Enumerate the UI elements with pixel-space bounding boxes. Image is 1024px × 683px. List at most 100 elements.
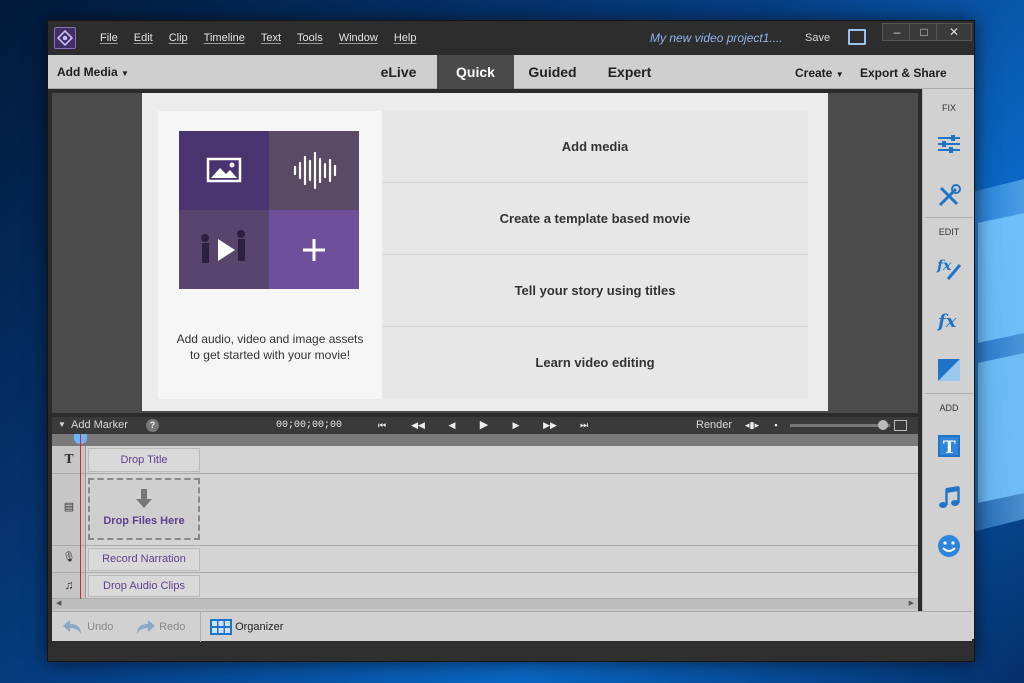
section-fix: FIX (941, 103, 956, 113)
next-edit-icon[interactable]: ▶▶ (542, 418, 558, 432)
menu-timeline[interactable]: Timeline (196, 32, 253, 44)
redo-label: Redo (159, 621, 186, 633)
organizer-label: Organizer (235, 621, 284, 633)
export-share-button[interactable]: Export & Share (860, 66, 947, 80)
drop-title-zone[interactable]: Drop Title (88, 448, 200, 472)
tools-icon[interactable] (936, 183, 962, 209)
image-icon (206, 157, 242, 183)
go-to-end-icon[interactable]: ⏭ (576, 418, 592, 432)
tab-guided[interactable]: Guided (514, 55, 591, 89)
fit-timeline-icon[interactable]: ◂▮▸ (744, 418, 760, 432)
menu-clip[interactable]: Clip (161, 32, 196, 44)
close-button[interactable]: ✕ (936, 23, 972, 41)
narration-track: 🎙 Record Narration (52, 546, 918, 573)
undo-label: Undo (87, 621, 114, 633)
fx-icon[interactable]: fx (936, 307, 962, 333)
adjustments-icon[interactable] (936, 131, 962, 157)
zoom-slider[interactable] (790, 420, 890, 430)
pointer-arrow (372, 137, 382, 155)
step-back-icon[interactable]: ◀ (444, 418, 460, 432)
plus-icon (303, 239, 325, 261)
option-template-movie[interactable]: Create a template based movie (382, 183, 808, 255)
add-media-menu[interactable]: Add Media ▼ (57, 65, 129, 79)
svg-text:fx: fx (936, 311, 957, 332)
record-narration-zone[interactable]: Record Narration (88, 548, 200, 571)
app-logo-icon[interactable] (54, 27, 76, 49)
mode-bar: Add Media ▼ eLive Quick Guided Expert Cr… (48, 55, 974, 89)
title-icon[interactable]: T (936, 433, 962, 459)
image-tile (179, 131, 269, 210)
drop-files-label: Drop Files Here (103, 515, 185, 527)
graphics-icon[interactable] (936, 533, 962, 559)
monitor-panel: Add audio, video and image assets to get… (52, 93, 918, 413)
drop-files-zone[interactable]: Drop Files Here (88, 478, 200, 540)
welcome-media-panel: Add audio, video and image assets to get… (158, 111, 382, 399)
zoom-slider-handle[interactable] (878, 420, 888, 430)
undo-button[interactable]: Undo (62, 612, 113, 642)
redo-icon (137, 620, 155, 635)
redo-button[interactable]: Redo (134, 612, 185, 642)
scroll-left-icon[interactable]: ◀ (56, 599, 61, 607)
divider (925, 393, 973, 394)
svg-text:T: T (943, 438, 956, 458)
scroll-right-icon[interactable]: ▶ (909, 599, 914, 607)
chevron-down-icon[interactable]: ▼ (58, 420, 66, 429)
zoom-out-icon[interactable]: ▪ (768, 418, 784, 432)
divider (200, 612, 201, 642)
undo-icon (63, 620, 81, 635)
playhead-line (80, 434, 81, 600)
welcome-caption: Add audio, video and image assets to get… (158, 331, 382, 363)
time-ruler[interactable] (52, 434, 918, 446)
go-to-start-icon[interactable]: ⏮ (374, 418, 390, 432)
create-label: Create (795, 66, 833, 80)
windows-logo-pane (978, 353, 1024, 503)
section-add: ADD (939, 403, 959, 413)
save-button[interactable]: Save (805, 32, 830, 44)
menu-tools[interactable]: Tools (289, 32, 331, 44)
render-button[interactable]: Render (696, 419, 732, 431)
play-icon[interactable]: ▶ (476, 418, 492, 432)
menu-window[interactable]: Window (331, 32, 386, 44)
step-forward-icon[interactable]: ▶ (508, 418, 524, 432)
media-tiles[interactable] (179, 131, 359, 289)
timeline-toolbar: ▼ Add Marker ? 00;00;00;00 ⏮ ◀◀ ◀ ▶ ▶ ▶▶… (52, 417, 918, 434)
svg-text:fx: fx (936, 258, 952, 274)
tab-elive[interactable]: eLive (360, 55, 437, 89)
help-icon[interactable]: ? (146, 419, 159, 432)
video-track: ▤ Drop Files Here (52, 474, 918, 546)
divider (925, 217, 973, 218)
tab-quick[interactable]: Quick (437, 55, 514, 89)
previous-edit-icon[interactable]: ◀◀ (410, 418, 426, 432)
organizer-icon (210, 619, 232, 636)
audio-tile (269, 131, 359, 210)
zoom-in-icon[interactable] (894, 420, 907, 431)
fx-edit-icon[interactable]: fx (936, 255, 962, 281)
fullscreen-icon[interactable] (848, 29, 866, 45)
status-bar (48, 643, 974, 661)
transition-icon[interactable] (936, 357, 962, 383)
timeline-scrollbar[interactable]: ◀ ▶ (52, 599, 918, 609)
timeline-panel: ▼ Add Marker ? 00;00;00;00 ⏮ ◀◀ ◀ ▶ ▶ ▶▶… (52, 417, 918, 611)
minimize-button[interactable]: – (882, 23, 912, 41)
add-marker-button[interactable]: Add Marker (71, 419, 128, 431)
create-menu[interactable]: Create ▼ (795, 66, 844, 80)
maximize-button[interactable]: □ (909, 23, 939, 41)
music-icon[interactable] (936, 485, 962, 511)
timecode-display: 00;00;00;00 (276, 420, 343, 431)
option-learn-editing[interactable]: Learn video editing (382, 327, 808, 399)
menu-file[interactable]: File (92, 32, 126, 44)
tab-expert[interactable]: Expert (591, 55, 668, 89)
caption-line: Add audio, video and image assets (176, 332, 364, 346)
option-add-media[interactable]: Add media (382, 111, 808, 183)
menu-text[interactable]: Text (253, 32, 289, 44)
option-titles[interactable]: Tell your story using titles (382, 255, 808, 327)
menu-help[interactable]: Help (386, 32, 425, 44)
organizer-button[interactable]: Organizer (210, 612, 283, 642)
menu-edit[interactable]: Edit (126, 32, 161, 44)
drop-audio-zone[interactable]: Drop Audio Clips (88, 575, 200, 597)
caption-line: to get started with your movie! (189, 348, 351, 362)
right-action-bar: FIX EDIT fx fx ADD T (922, 89, 974, 639)
project-title: My new video project1.... (650, 31, 783, 45)
play-icon (201, 230, 245, 263)
title-track: T Drop Title (52, 446, 918, 474)
